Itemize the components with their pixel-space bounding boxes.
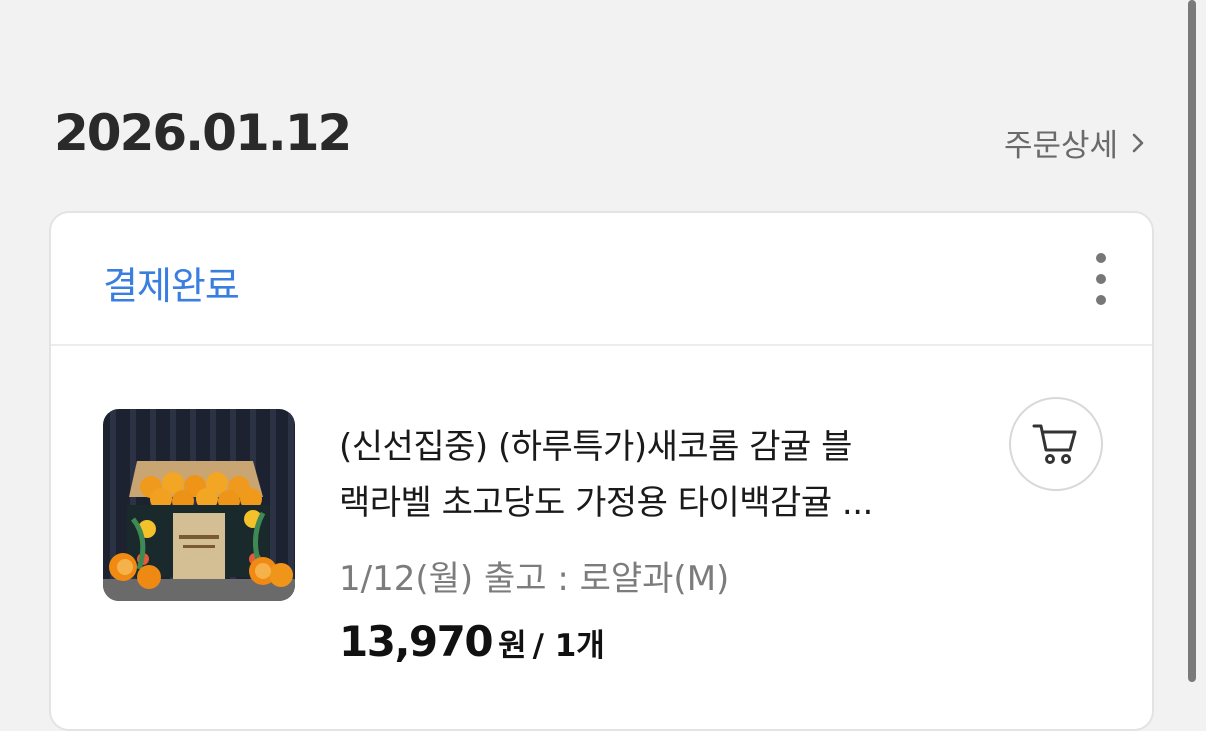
price-currency: 원 bbox=[498, 628, 527, 664]
divider bbox=[51, 344, 1152, 346]
order-status: 결제완료 bbox=[103, 264, 240, 308]
scrollbar[interactable] bbox=[1188, 0, 1196, 682]
order-date: 2026.01.12 bbox=[54, 104, 352, 162]
citrus-box-product-photo bbox=[103, 409, 295, 601]
quantity: / 1개 bbox=[532, 628, 605, 664]
order-card: 결제완료 (신선집중) (하루특가)새코롬 감귤 블 랙라벨 초고당도 가정용 … bbox=[49, 211, 1154, 731]
order-detail-link[interactable]: 주문상세 bbox=[1004, 120, 1148, 165]
more-vertical-icon[interactable] bbox=[1089, 253, 1113, 305]
shipping-info: 1/12(월) 출고 : 로얄과(M) bbox=[339, 559, 730, 599]
price-value: 13,970 bbox=[339, 617, 494, 666]
add-to-cart-button[interactable] bbox=[1009, 397, 1103, 491]
chevron-right-icon bbox=[1132, 133, 1144, 152]
price-row: 13,970 원 / 1개 bbox=[339, 617, 605, 666]
order-detail-label: 주문상세 bbox=[1004, 128, 1119, 164]
product-thumbnail[interactable] bbox=[103, 409, 295, 601]
cart-icon bbox=[1032, 424, 1077, 464]
product-title-line-1: (신선집중) (하루특가)새코롬 감귤 블 bbox=[339, 427, 852, 467]
product-title-line-2: 랙라벨 초고당도 가정용 타이백감귤 ... bbox=[339, 483, 873, 523]
product-title[interactable]: (신선집중) (하루특가)새코롬 감귤 블 랙라벨 초고당도 가정용 타이백감귤… bbox=[339, 419, 979, 531]
